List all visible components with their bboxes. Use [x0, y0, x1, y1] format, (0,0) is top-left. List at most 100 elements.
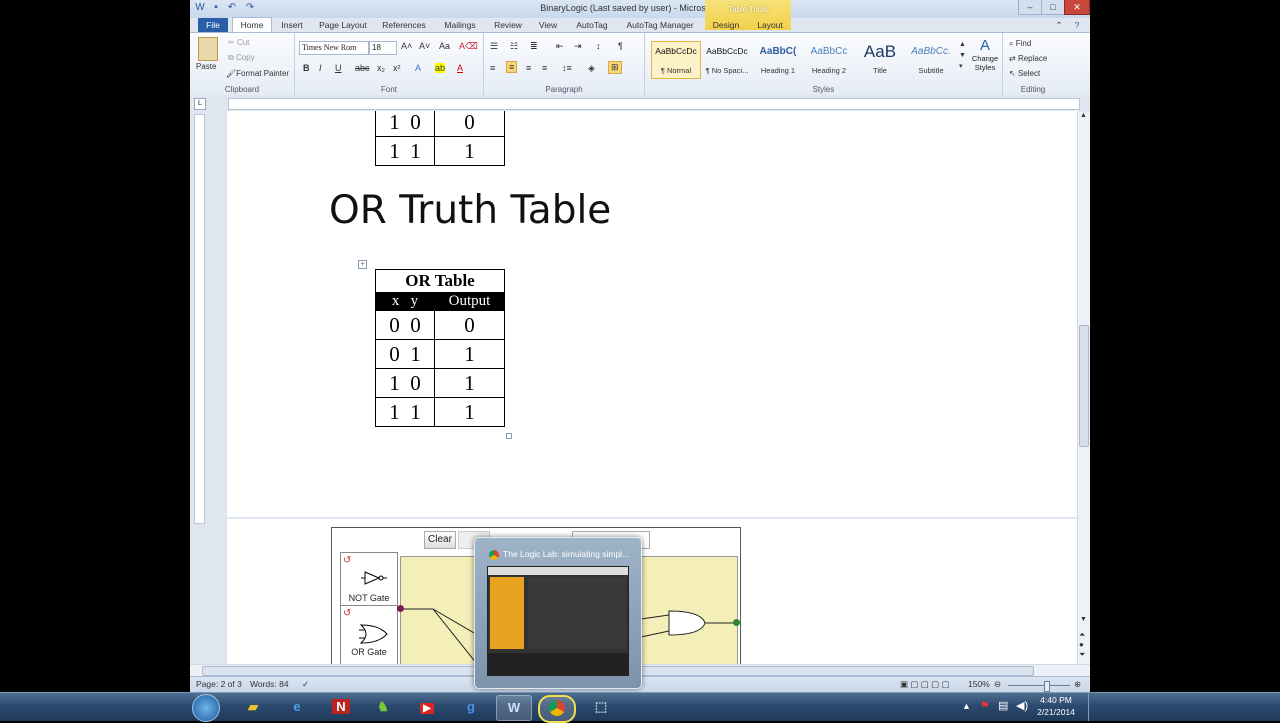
- horizontal-ruler[interactable]: [228, 98, 1080, 110]
- style-title[interactable]: AaB Title: [855, 41, 905, 79]
- tab-view[interactable]: View: [536, 18, 560, 32]
- sort-icon[interactable]: ↕: [596, 41, 601, 51]
- font-color-icon[interactable]: A: [457, 63, 463, 73]
- table-resize-handle[interactable]: [506, 433, 512, 439]
- tab-layout[interactable]: Layout: [754, 18, 786, 32]
- justify-icon[interactable]: ≡: [542, 63, 547, 73]
- align-left-icon[interactable]: ≡: [490, 63, 495, 73]
- ie-taskbar-icon[interactable]: e: [280, 695, 314, 719]
- change-styles-button[interactable]: A Change Styles: [969, 37, 1001, 72]
- explorer-taskbar-icon[interactable]: ▰: [236, 695, 270, 719]
- flag-icon[interactable]: ⚑: [980, 699, 990, 712]
- tab-selector-icon[interactable]: L: [194, 98, 206, 110]
- or-table-title[interactable]: OR Table: [375, 269, 505, 293]
- select-browse-object-icon[interactable]: ●: [1079, 640, 1084, 649]
- table-cell[interactable]: 1 1: [375, 397, 435, 427]
- table-cell[interactable]: 0: [434, 111, 505, 137]
- word-count[interactable]: Words: 84: [250, 679, 289, 689]
- input-node[interactable]: [397, 605, 404, 612]
- table-cell[interactable]: 1 0: [375, 368, 435, 398]
- table-header-cell[interactable]: Output: [434, 292, 505, 311]
- snipping-taskbar-icon[interactable]: ⬚: [584, 695, 618, 719]
- chrome-taskbar-icon[interactable]: [538, 695, 576, 723]
- strikethrough-icon[interactable]: abc: [355, 63, 370, 73]
- table-move-handle-icon[interactable]: +: [358, 260, 367, 269]
- decrease-indent-icon[interactable]: ⇤: [556, 41, 564, 52]
- bullets-icon[interactable]: ☰: [490, 41, 498, 52]
- or-gate-icon[interactable]: [359, 623, 389, 648]
- volume-icon[interactable]: ◀): [1016, 699, 1028, 712]
- tab-page-layout[interactable]: Page Layout: [318, 18, 368, 32]
- view-buttons[interactable]: ▣ ▢ ▢ ▢ ▢: [900, 679, 950, 690]
- pilcrow-icon[interactable]: ¶: [618, 41, 623, 51]
- next-page-icon[interactable]: ⏷: [1079, 650, 1085, 660]
- youtube-taskbar-icon[interactable]: ▶: [410, 695, 444, 719]
- tab-review[interactable]: Review: [490, 18, 526, 32]
- line-spacing-icon[interactable]: ↕≡: [562, 63, 572, 73]
- paste-icon[interactable]: [198, 37, 218, 61]
- copy-button[interactable]: ⧉ Copy: [228, 53, 255, 63]
- clear-button[interactable]: Clear: [424, 531, 456, 549]
- scroll-up-icon[interactable]: ▲: [1080, 112, 1087, 119]
- style-no-spacing[interactable]: AaBbCcDc ¶ No Spaci...: [702, 41, 752, 79]
- style-heading-1[interactable]: AaBbC( Heading 1: [753, 41, 803, 79]
- style-heading-2[interactable]: AaBbCc Heading 2: [804, 41, 854, 79]
- shrink-font-icon[interactable]: A˅: [419, 41, 430, 51]
- output-node[interactable]: [733, 619, 740, 626]
- styles-scroll-icon[interactable]: ▲ ▼ ▾: [959, 39, 966, 72]
- borders-icon[interactable]: ⊞: [608, 61, 622, 74]
- table-cell[interactable]: 1 0: [375, 111, 435, 137]
- style-subtitle[interactable]: AaBbCc. Subtitle: [906, 41, 956, 79]
- network-icon[interactable]: ▤: [998, 699, 1008, 712]
- format-painter-button[interactable]: 🖌Format Painter: [226, 69, 289, 78]
- zoom-out-icon[interactable]: ⊖: [994, 679, 1001, 690]
- find-button[interactable]: ⌕ Find: [1009, 39, 1031, 49]
- document-page-3[interactable]: Clear ↺ NOT Gate ↺ OR Gate: [227, 519, 1078, 665]
- change-case-icon[interactable]: Aa: [439, 41, 450, 51]
- tab-autotag[interactable]: AutoTag: [574, 18, 610, 32]
- table-cell[interactable]: 0: [434, 310, 505, 340]
- clear-formatting-icon[interactable]: A⌫: [459, 41, 478, 52]
- table-cell[interactable]: 1: [434, 397, 505, 427]
- not-gate-icon[interactable]: [361, 571, 387, 588]
- tab-references[interactable]: References: [380, 18, 428, 32]
- previous-page-icon[interactable]: ⏶: [1079, 630, 1085, 640]
- style-normal[interactable]: AaBbCcDc ¶ Normal: [651, 41, 701, 79]
- close-button[interactable]: ✕: [1064, 0, 1090, 15]
- grow-font-icon[interactable]: A˄: [401, 41, 412, 51]
- select-button[interactable]: ↖ Select: [1009, 69, 1040, 78]
- shading-icon[interactable]: ◈: [588, 63, 595, 74]
- table-cell[interactable]: 1: [434, 339, 505, 369]
- help-icon[interactable]: ?: [1070, 18, 1084, 32]
- underline-icon[interactable]: U: [335, 63, 342, 73]
- rotate-icon[interactable]: ↺: [343, 608, 351, 619]
- table-cell[interactable]: 1: [434, 368, 505, 398]
- scroll-down-icon[interactable]: ▼: [1080, 616, 1087, 623]
- google-taskbar-icon[interactable]: g: [454, 695, 488, 719]
- superscript-icon[interactable]: x²: [393, 63, 401, 73]
- clock-time[interactable]: 4:40 PM: [1036, 695, 1076, 705]
- numbering-icon[interactable]: ☷: [510, 41, 518, 52]
- replace-button[interactable]: ⇄ Replace: [1009, 54, 1047, 63]
- zoom-slider-thumb[interactable]: [1044, 681, 1050, 692]
- bold-icon[interactable]: B: [303, 63, 310, 73]
- tab-mailings[interactable]: Mailings: [440, 18, 480, 32]
- show-hidden-icons[interactable]: ▲: [962, 701, 971, 711]
- subscript-icon[interactable]: x₂: [377, 63, 385, 73]
- minimize-ribbon-icon[interactable]: ⌃: [1052, 18, 1066, 32]
- document-page[interactable]: 1 0 0 1 1 1 OR Truth Table + OR Table x …: [227, 111, 1078, 517]
- taskbar-thumbnail-preview[interactable]: The Logic Lab: simulating simpl...: [474, 537, 642, 689]
- start-button[interactable]: [192, 694, 220, 722]
- app2-taskbar-icon[interactable]: ♞: [366, 695, 400, 719]
- table-cell[interactable]: 1 1: [375, 136, 435, 166]
- app-taskbar-icon[interactable]: N: [324, 695, 358, 719]
- table-header-cell[interactable]: x y: [375, 292, 435, 311]
- vertical-ruler[interactable]: [194, 114, 205, 524]
- tab-design[interactable]: Design: [708, 18, 744, 32]
- multilevel-list-icon[interactable]: ≣: [530, 41, 538, 52]
- table-cell[interactable]: 1: [434, 136, 505, 166]
- show-desktop-button[interactable]: [1088, 693, 1099, 721]
- tab-autotag-manager[interactable]: AutoTag Manager: [624, 18, 696, 32]
- font-size-box[interactable]: 18: [369, 41, 397, 55]
- table-cell[interactable]: 0 0: [375, 310, 435, 340]
